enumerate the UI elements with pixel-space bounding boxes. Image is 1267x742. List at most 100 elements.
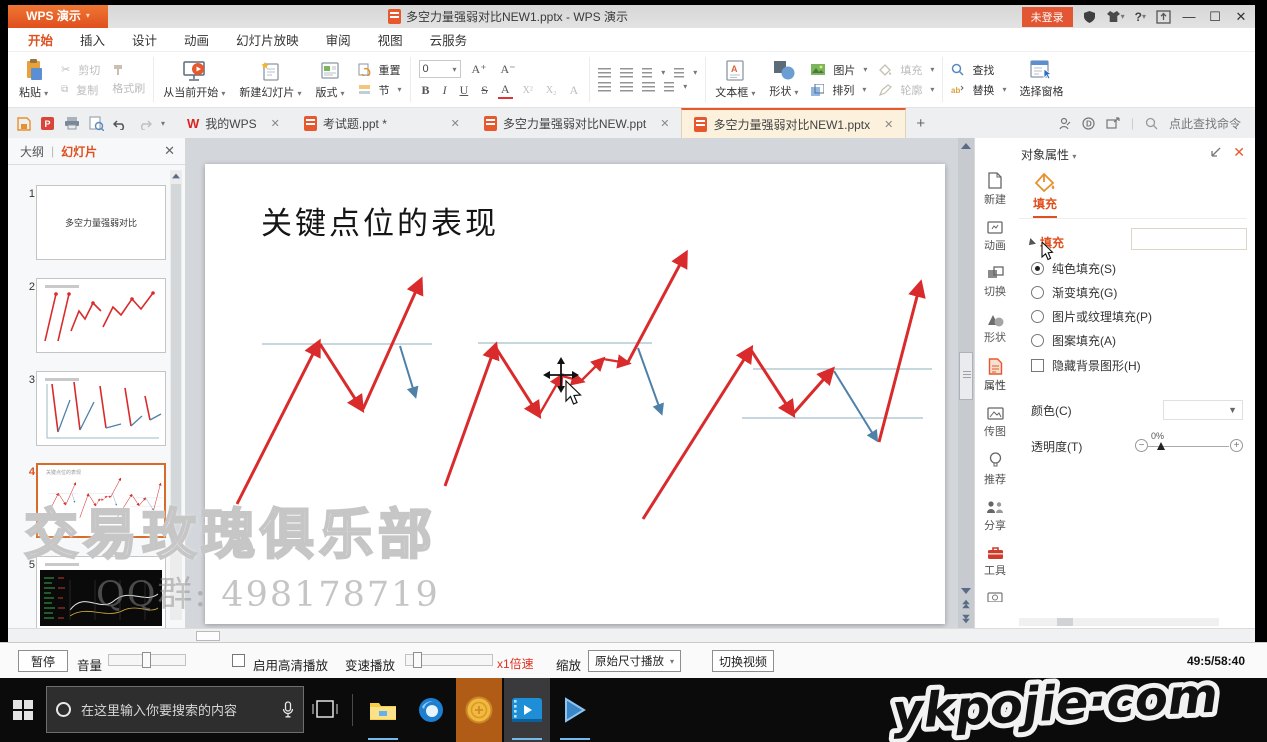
radio-checked-icon[interactable] bbox=[1031, 262, 1044, 275]
login-button[interactable]: 未登录 bbox=[1022, 7, 1073, 27]
export-pdf-icon[interactable]: P bbox=[40, 116, 55, 131]
hide-background-option[interactable]: 隐藏背景图形(H) bbox=[1031, 357, 1141, 374]
help-button[interactable]: ?▾ bbox=[1135, 10, 1146, 24]
media-app-button[interactable] bbox=[552, 678, 598, 742]
slides-tab[interactable]: 幻灯片 bbox=[61, 143, 97, 160]
numbering-icon[interactable] bbox=[620, 68, 633, 78]
solid-fill-option[interactable]: 纯色填充(S) bbox=[1031, 260, 1116, 277]
rail-item-recommend[interactable]: 推荐 bbox=[984, 452, 1006, 487]
browser-button[interactable] bbox=[408, 678, 454, 742]
rail-item-tools[interactable]: 工具 bbox=[984, 546, 1006, 578]
textbox-button[interactable]: A 文本框 ▾ bbox=[708, 55, 762, 104]
play-from-current-button[interactable]: 从当前开始 ▾ bbox=[156, 55, 232, 104]
outline-button[interactable]: 轮廓▾ bbox=[879, 82, 934, 98]
radio-icon[interactable] bbox=[1031, 310, 1044, 323]
canvas-vscrollbar[interactable] bbox=[958, 138, 974, 628]
size-mode-select[interactable]: 原始尺寸播放 ▾ bbox=[588, 650, 681, 672]
next-slide-button[interactable] bbox=[961, 614, 971, 624]
new-tab-button[interactable]: + bbox=[906, 115, 935, 132]
font-color-button[interactable]: A bbox=[498, 82, 513, 99]
skin-icon[interactable]: ▾ bbox=[1106, 10, 1125, 23]
radio-icon[interactable] bbox=[1031, 334, 1044, 347]
selection-pane-button[interactable]: 选择窗格 bbox=[1012, 55, 1070, 104]
align-center-icon[interactable] bbox=[620, 82, 633, 92]
close-tab-icon[interactable]: ✕ bbox=[660, 117, 669, 130]
bullets-icon[interactable] bbox=[598, 68, 611, 78]
redo-icon[interactable] bbox=[137, 117, 152, 130]
paste-button[interactable]: 粘贴 ▾ bbox=[12, 55, 55, 104]
share-icon[interactable] bbox=[1106, 117, 1120, 129]
text-direction-icon[interactable] bbox=[642, 68, 652, 78]
close-panel-icon[interactable]: ✕ bbox=[164, 143, 175, 159]
reset-button[interactable]: 重置 bbox=[358, 62, 402, 78]
picture-texture-fill-option[interactable]: 图片或纹理填充(P) bbox=[1031, 308, 1152, 325]
close-tab-icon[interactable]: ✕ bbox=[451, 117, 460, 130]
find-button[interactable]: 查找 bbox=[951, 62, 1006, 78]
shield-icon[interactable] bbox=[1083, 10, 1096, 24]
slide-thumbnail-3[interactable] bbox=[36, 371, 166, 446]
hd-label[interactable]: 启用高清播放 bbox=[253, 655, 328, 674]
close-panel-icon[interactable]: ✕ bbox=[1233, 144, 1245, 161]
shapes-button[interactable]: 形状 ▾ bbox=[762, 55, 805, 104]
justify-icon[interactable] bbox=[642, 82, 655, 92]
doc-tab-home[interactable]: W 我的WPS ✕ bbox=[175, 108, 292, 138]
chevron-down-icon[interactable]: ▾ bbox=[1072, 152, 1076, 161]
rail-item-upload-image[interactable]: 传图 bbox=[984, 406, 1006, 439]
save-icon[interactable] bbox=[16, 116, 31, 131]
subscript-button[interactable]: X₂ bbox=[543, 85, 560, 96]
format-painter-icon[interactable] bbox=[112, 64, 145, 76]
rail-item-more[interactable] bbox=[987, 591, 1003, 602]
checkbox-icon[interactable] bbox=[1031, 359, 1044, 372]
hd-checkbox[interactable] bbox=[232, 654, 245, 667]
strikethrough-button[interactable]: S bbox=[478, 83, 491, 98]
cut-button[interactable]: ✂剪切 bbox=[61, 62, 100, 78]
rail-item-animation[interactable]: 动画 bbox=[984, 220, 1006, 253]
minimize-button[interactable]: — bbox=[1181, 9, 1197, 24]
tab-review[interactable]: 审阅 bbox=[326, 30, 351, 49]
coin-app-button[interactable] bbox=[456, 678, 502, 742]
scrollbar-thumb[interactable] bbox=[196, 631, 220, 641]
tab-cloud[interactable]: 云服务 bbox=[430, 30, 468, 49]
scroll-down-icon[interactable] bbox=[961, 588, 971, 594]
grow-font-button[interactable]: A⁺ bbox=[469, 62, 490, 77]
slider-thumb[interactable] bbox=[1157, 442, 1165, 450]
bold-button[interactable]: B bbox=[419, 83, 433, 98]
tab-slideshow[interactable]: 幻灯片放映 bbox=[236, 30, 299, 49]
command-search-input[interactable]: 点此查找命令 bbox=[1169, 115, 1241, 132]
scroll-up-icon[interactable] bbox=[961, 143, 971, 149]
start-button[interactable] bbox=[0, 678, 46, 742]
close-button[interactable]: ✕ bbox=[1233, 9, 1249, 25]
slide-thumbnail-2[interactable] bbox=[36, 278, 166, 353]
picture-button[interactable]: 图片▾ bbox=[811, 62, 867, 78]
outline-tab[interactable]: 大纲 bbox=[20, 143, 44, 160]
tab-design[interactable]: 设计 bbox=[132, 30, 157, 49]
radio-icon[interactable] bbox=[1031, 286, 1044, 299]
fill-value-input[interactable] bbox=[1131, 228, 1247, 250]
speed-slider[interactable] bbox=[405, 654, 493, 666]
italic-button[interactable]: I bbox=[440, 83, 450, 98]
underline-button[interactable]: U bbox=[457, 83, 472, 98]
print-preview-icon[interactable] bbox=[89, 116, 104, 131]
pause-button[interactable]: 暂停 bbox=[18, 650, 68, 672]
rail-item-shapes[interactable]: 形状 bbox=[984, 312, 1006, 345]
scrollbar-thumb[interactable] bbox=[1057, 618, 1073, 626]
undo-icon[interactable] bbox=[113, 117, 128, 130]
shrink-font-button[interactable]: A⁻ bbox=[498, 62, 519, 77]
rail-item-properties-active[interactable]: 属性 bbox=[984, 358, 1006, 393]
format-painter-button[interactable]: 格式刷 bbox=[112, 80, 145, 96]
switch-video-button[interactable]: 切换视频 bbox=[712, 650, 774, 672]
increase-icon[interactable]: + bbox=[1230, 439, 1243, 452]
new-slide-button[interactable]: 新建幻灯片 ▾ bbox=[232, 55, 308, 104]
canvas-hscrollbar[interactable] bbox=[8, 628, 1255, 642]
tab-home[interactable]: 开始 bbox=[28, 30, 53, 49]
arrange-button[interactable]: 排列▾ bbox=[811, 82, 867, 98]
wps-app-button[interactable]: WPS 演示 ▾ bbox=[8, 3, 108, 28]
task-view-button[interactable] bbox=[312, 696, 338, 727]
customize-toolbar-icon[interactable]: ▾ bbox=[161, 119, 165, 128]
tab-animation[interactable]: 动画 bbox=[184, 30, 209, 49]
clear-format-button[interactable]: A bbox=[567, 83, 582, 98]
file-explorer-button[interactable] bbox=[360, 678, 406, 742]
copy-button[interactable]: ⧉复制 bbox=[61, 82, 100, 98]
close-tab-icon[interactable]: ✕ bbox=[884, 118, 893, 131]
gradient-fill-option[interactable]: 渐变填充(G) bbox=[1031, 284, 1117, 301]
